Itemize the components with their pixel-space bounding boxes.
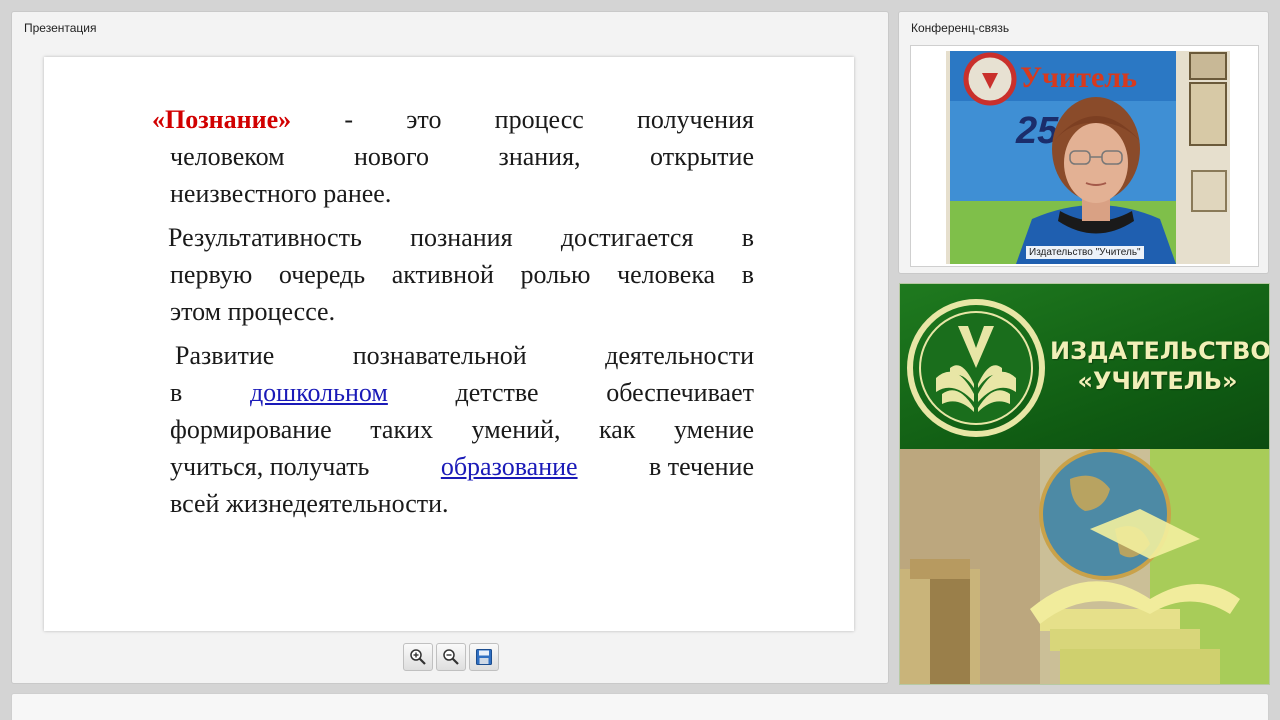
zoom-out-icon	[443, 649, 459, 665]
slide-term: «Познание»	[152, 105, 292, 134]
slide-word: в течение	[648, 452, 754, 481]
video-caption: Издательство "Учитель"	[1026, 246, 1144, 259]
slide-word: обеспечивает	[606, 378, 754, 407]
slide-word: детстве	[455, 378, 539, 407]
zoom-in-button[interactable]	[403, 643, 433, 671]
save-button[interactable]	[469, 643, 499, 671]
bottom-panel	[11, 693, 1269, 720]
slide-word: процесс	[494, 105, 584, 134]
link-education[interactable]: образование	[441, 448, 578, 485]
publisher-banner[interactable]: ИЗДАТЕЛЬСТВО «УЧИТЕЛЬ»	[899, 283, 1270, 685]
slide-paragraph-2-line-2: первую очередь активной ролью человека в	[170, 260, 754, 289]
slide-paragraph-1: «Познание» - это процесс получения	[152, 101, 754, 138]
slide-word: в	[170, 378, 183, 407]
zoom-in-icon	[410, 649, 426, 665]
poster-title: Учитель	[1020, 61, 1137, 94]
conference-panel-title: Конференц-связь	[911, 21, 1010, 35]
save-icon	[476, 649, 492, 665]
slide-paragraph-3-line-2: в дошкольном детстве обеспечивает	[170, 374, 754, 411]
slide-word: это	[406, 105, 442, 134]
video-scene: Учитель 25 л	[946, 51, 1230, 264]
books-globe-illustration	[900, 448, 1269, 684]
presentation-panel-title: Презентация	[24, 21, 97, 35]
banner-image	[900, 448, 1269, 684]
video-feed[interactable]: Учитель 25 л Издательство "Учитель"	[946, 51, 1230, 264]
banner-line-2: «УЧИТЕЛЬ»	[1077, 367, 1238, 395]
slide-paragraph-3-line-4: учиться, получать образование в течение	[170, 448, 754, 485]
slide-paragraph-3-line-5: всей жизнедеятельности.	[170, 489, 449, 518]
slide-paragraph-1-line-2: человеком нового знания, открытие	[170, 142, 754, 171]
slide-paragraph-3-line-3: формирование таких умений, как умение	[170, 415, 754, 444]
conference-panel: Конференц-связь Учитель 25 л Издательств…	[898, 11, 1269, 274]
slide-paragraph-1-line-3: неизвестного ранее.	[170, 179, 392, 208]
banner-publisher-name: ИЗДАТЕЛЬСТВО «УЧИТЕЛЬ»	[1050, 336, 1270, 396]
zoom-out-button[interactable]	[436, 643, 466, 671]
slide-paragraph-3-line-1: Развитие познавательной деятельности	[175, 341, 754, 370]
banner-line-1: ИЗДАТЕЛЬСТВО	[1050, 337, 1270, 365]
slide-word: получения	[637, 105, 754, 134]
banner-header: ИЗДАТЕЛЬСТВО «УЧИТЕЛЬ»	[900, 284, 1270, 449]
presentation-panel: Презентация «Познание» - это процесс пол…	[11, 11, 889, 684]
slide-paragraph-2-line-1: Результативность познания достигается в	[168, 223, 754, 252]
publisher-logo-icon	[907, 299, 1045, 437]
presentation-slide: «Познание» - это процесс получения челов…	[44, 57, 854, 631]
slide-word: учиться, получать	[170, 452, 370, 481]
slide-toolbar	[403, 643, 499, 671]
link-preschool[interactable]: дошкольном	[250, 374, 388, 411]
slide-paragraph-2-line-3: этом процессе.	[170, 297, 336, 326]
slide-word: -	[344, 105, 354, 134]
video-frame: Учитель 25 л Издательство "Учитель"	[910, 45, 1259, 267]
